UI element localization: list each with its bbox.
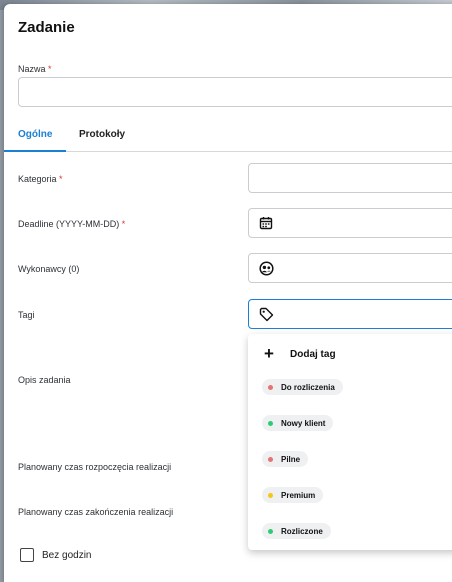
tag-color-dot: [268, 492, 273, 498]
tag-color-dot: [268, 420, 273, 426]
tags-input[interactable]: [248, 299, 452, 329]
tags-label: Tagi: [18, 310, 35, 320]
tag-option[interactable]: Do rozliczenia: [262, 379, 343, 395]
deadline-label: Deadline (YYYY-MM-DD) *: [18, 219, 126, 229]
description-label: Opis zadania: [18, 375, 71, 385]
calendar-icon[interactable]: [259, 216, 273, 230]
tag-option[interactable]: Rozliczone: [262, 523, 331, 539]
required-mark: *: [59, 174, 63, 184]
planned-end-label: Planowany czas zakończenia realizacji: [18, 507, 174, 517]
tab-protocols[interactable]: Protokoły: [79, 128, 125, 152]
tag-color-dot: [268, 456, 273, 462]
add-tag-label: Dodaj tag: [290, 348, 336, 360]
category-select[interactable]: [248, 163, 452, 193]
no-hours-label: Bez godzin: [42, 550, 92, 561]
required-mark: *: [48, 64, 52, 74]
tag-option[interactable]: Pilne: [262, 451, 309, 467]
active-tab-indicator: [4, 150, 66, 152]
tag-color-dot: [268, 384, 273, 390]
tag-icon: [259, 307, 274, 322]
user-group-icon[interactable]: [259, 261, 274, 276]
deadline-input[interactable]: [248, 208, 452, 238]
add-tag-button[interactable]: + Dodaj tag: [262, 344, 336, 364]
task-panel: Zadanie Nazwa * Ogólne Protokoły Kategor…: [4, 4, 452, 582]
assignees-label: Wykonawcy (0): [18, 264, 80, 274]
name-input[interactable]: [18, 77, 452, 107]
page-title: Zadanie: [18, 19, 75, 36]
tag-color-dot: [268, 528, 273, 534]
planned-start-label: Planowany czas rozpoczęcia realizacji: [18, 462, 172, 472]
name-label: Nazwa *: [18, 64, 52, 74]
tag-option[interactable]: Nowy klient: [262, 415, 334, 431]
required-mark: *: [121, 219, 126, 229]
category-label: Kategoria *: [18, 174, 63, 184]
tab-general[interactable]: Ogólne: [18, 128, 52, 152]
assignees-select[interactable]: [248, 253, 452, 283]
tag-dropdown: + Dodaj tag Do rozliczenia Nowy klient P…: [248, 334, 452, 550]
plus-icon: +: [264, 344, 274, 363]
no-hours-checkbox[interactable]: [20, 548, 34, 562]
tag-option[interactable]: Premium: [262, 487, 324, 503]
tab-bar: Ogólne Protokoły: [4, 128, 452, 152]
